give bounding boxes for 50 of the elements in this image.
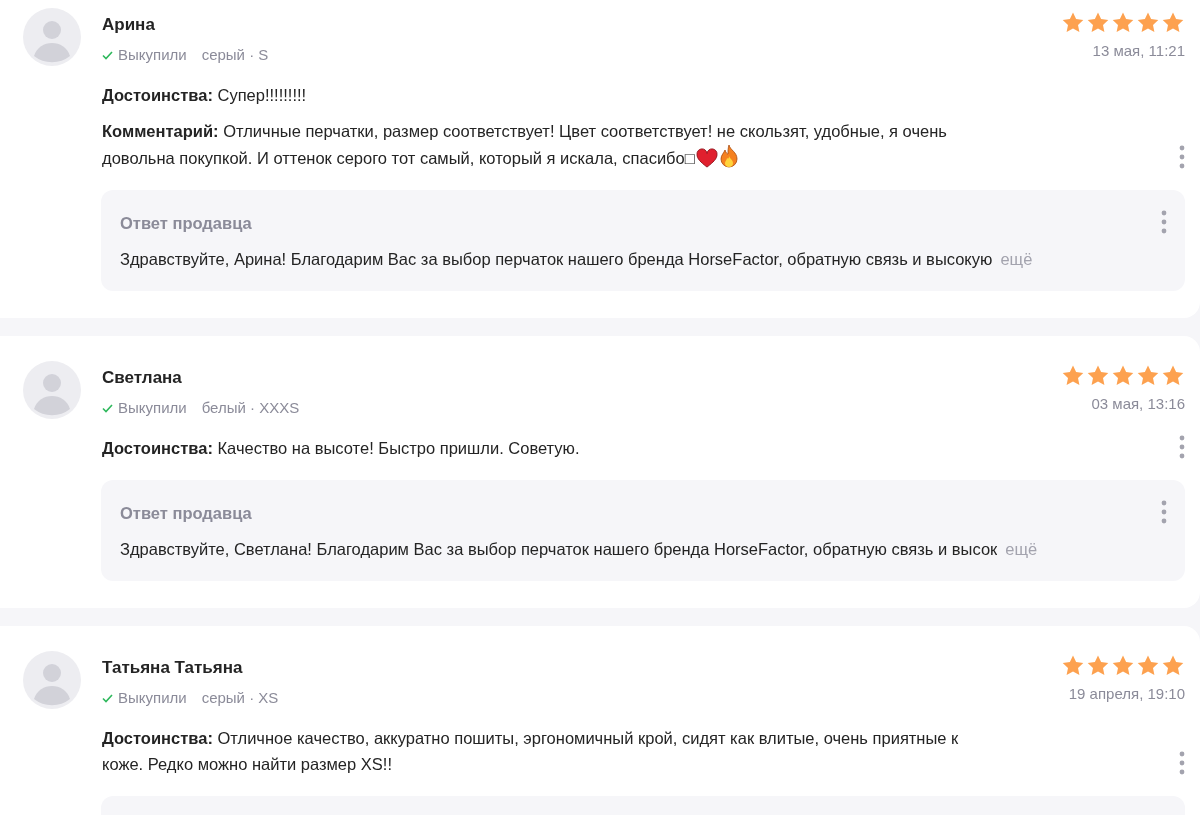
show-more-link[interactable]: ещё: [1000, 247, 1033, 271]
purchase-status: Выкупили: [118, 398, 187, 418]
product-variant: серый · XS: [201, 688, 279, 708]
star-icon: [1136, 11, 1160, 34]
heart-icon: [695, 148, 718, 168]
review-text: Достоинства: Качество на высоте! Быстро пришли. Советую.: [102, 438, 581, 459]
star-icon: [1086, 364, 1110, 387]
star-icon: [1061, 364, 1085, 387]
star-icon: [1161, 654, 1185, 677]
star-icon: [1161, 364, 1185, 387]
check-icon: [102, 50, 113, 60]
author-name: Светлана: [102, 367, 183, 389]
avatar-icon: [23, 651, 81, 709]
reply-title: Ответ продавца: [120, 213, 252, 234]
reply-text: Здравствуйте, Арина! Благодарим Вас за выбор перчаток нашего бренда HorseFactor, обратную связь и высокую: [120, 249, 993, 270]
review-date: 19 апреля, 19:10: [1068, 684, 1185, 704]
review-date: 03 мая, 13:16: [1091, 394, 1185, 414]
star-icon: [1111, 364, 1135, 387]
author-name: Арина: [102, 14, 156, 36]
review-text: Комментарий: Отличные перчатки, размер соответствует! Цвет соответствует! не скользят, удобные, я очень довольна покупкой. И оттенок серого тот самый, который я искала, спасибо□: [102, 121, 948, 170]
more-options-icon[interactable]: [1179, 435, 1185, 459]
star-icon: [1111, 654, 1135, 677]
review-date: 13 мая, 11:21: [1092, 41, 1185, 61]
check-icon: [102, 403, 113, 413]
avatar-icon: [23, 8, 81, 66]
more-options-icon[interactable]: [1179, 145, 1185, 169]
product-variant: белый · XXXS: [201, 398, 300, 418]
check-icon: [102, 693, 113, 703]
fire-icon: [718, 144, 739, 168]
star-icon: [1086, 654, 1110, 677]
product-variant: серый · S: [201, 45, 269, 65]
more-options-icon[interactable]: [1161, 210, 1167, 234]
star-icon: [1061, 11, 1085, 34]
star-icon: [1111, 11, 1135, 34]
author-name: Татьяна Татьяна: [102, 657, 244, 679]
star-icon: [1061, 654, 1085, 677]
purchase-status: Выкупили: [118, 45, 187, 65]
reply-text: Здравствуйте, Светлана! Благодарим Вас за выбор перчаток нашего бренда HorseFactor, обратную связь и высок: [120, 539, 998, 560]
show-more-link[interactable]: ещё: [1005, 537, 1038, 561]
review-text: Достоинства: Супер!!!!!!!!!: [102, 85, 308, 106]
more-options-icon[interactable]: [1179, 751, 1185, 775]
reply-title: Ответ продавца: [120, 503, 252, 524]
purchase-status: Выкупили: [118, 688, 187, 708]
avatar-icon: [23, 361, 81, 419]
star-icon: [1136, 654, 1160, 677]
more-options-icon[interactable]: [1161, 500, 1167, 524]
review-text: Достоинства: Отличное качество, аккуратно пошиты, эргономичный крой, сидят как влитые, очень приятные к коже. Редко можно найти размер XS!!: [102, 728, 960, 775]
star-icon: [1136, 364, 1160, 387]
star-icon: [1161, 11, 1185, 34]
star-icon: [1086, 11, 1110, 34]
